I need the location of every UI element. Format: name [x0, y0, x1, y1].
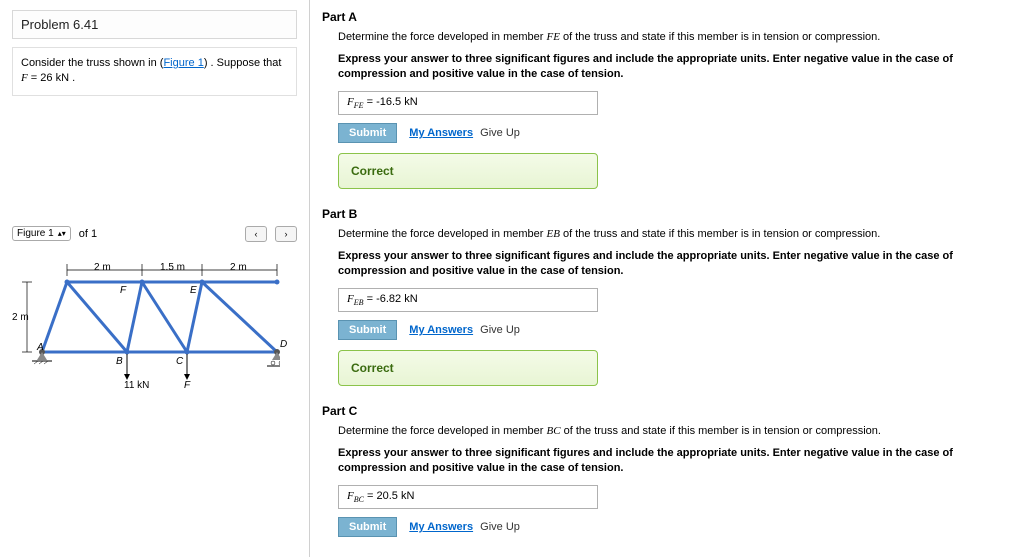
- answer-sub: EB: [354, 298, 364, 307]
- answer-box[interactable]: FBC = 20.5 kN: [338, 485, 598, 509]
- left-panel: Problem 6.41 Consider the truss shown in…: [0, 0, 310, 557]
- answer-var: F: [347, 293, 354, 305]
- submit-button[interactable]: Submit: [338, 517, 397, 537]
- desc-text: Determine the force developed in member: [338, 228, 547, 240]
- part-title: Part C: [322, 404, 1012, 418]
- part-title: Part B: [322, 207, 1012, 221]
- load-label: 11 kN: [124, 380, 149, 391]
- my-answers-link[interactable]: My Answers: [409, 324, 473, 336]
- answer-var: F: [347, 490, 354, 502]
- desc-text: of the truss and state if this member is…: [561, 425, 881, 437]
- figure-label: Figure 1: [17, 228, 54, 239]
- button-row: Submit My Answers Give Up: [338, 320, 1012, 340]
- answer-eq: =: [364, 293, 377, 305]
- desc-text: Determine the force developed in member: [338, 31, 547, 43]
- desc-text: .: [69, 72, 75, 84]
- desc-text: Determine the force developed in member: [338, 425, 547, 437]
- desc-text: = 26: [28, 72, 56, 84]
- chevron-right-icon: ›: [285, 229, 288, 239]
- truss-figure: 2 m 1.5 m 2 m 2 m F E A B C D 11 kN F: [12, 252, 280, 412]
- correct-feedback: Correct: [338, 350, 598, 386]
- joint-label: B: [116, 356, 123, 367]
- part-hint: Express your answer to three significant…: [338, 249, 1012, 278]
- prev-button[interactable]: ‹: [245, 226, 267, 242]
- problem-title: Problem 6.41: [21, 17, 288, 32]
- right-panel: Part A Determine the force developed in …: [310, 0, 1024, 557]
- joint-label: F: [120, 285, 126, 296]
- answer-sub: FE: [354, 101, 364, 110]
- force-unit: kN: [56, 72, 69, 84]
- joint-label: C: [176, 356, 183, 367]
- desc-text: of the truss and state if this member is…: [560, 31, 880, 43]
- figure-nav: Figure 1 ▴▾ of 1 ‹ ›: [12, 226, 297, 242]
- button-row: Submit My Answers Give Up: [338, 123, 1012, 143]
- answer-var: F: [347, 96, 354, 108]
- desc-text: of the truss and state if this member is…: [560, 228, 880, 240]
- problem-description: Consider the truss shown in (Figure 1) .…: [12, 47, 297, 96]
- answer-row: FEB = -6.82 kN: [338, 288, 1012, 312]
- figure-select[interactable]: Figure 1 ▴▾: [12, 226, 71, 241]
- part-hint: Express your answer to three significant…: [338, 446, 1012, 475]
- part-title: Part A: [322, 10, 1012, 24]
- chevron-left-icon: ‹: [255, 229, 258, 239]
- answer-row: FBC = 20.5 kN: [338, 485, 1012, 509]
- joint-label: D: [280, 339, 287, 350]
- submit-button[interactable]: Submit: [338, 320, 397, 340]
- member-name: FE: [547, 31, 560, 43]
- answer-value: 20.5 kN: [377, 490, 415, 502]
- part-b: Part B Determine the force developed in …: [322, 207, 1012, 386]
- part-description: Determine the force developed in member …: [338, 424, 1012, 438]
- force-variable: F: [21, 72, 28, 84]
- answer-value: -6.82 kN: [376, 293, 418, 305]
- dim-label: 2 m: [94, 262, 111, 273]
- my-answers-link[interactable]: My Answers: [409, 127, 473, 139]
- member-name: BC: [547, 425, 561, 437]
- part-a: Part A Determine the force developed in …: [322, 10, 1012, 189]
- giveup-link[interactable]: Give Up: [480, 127, 520, 139]
- answer-box[interactable]: FFE = -16.5 kN: [338, 91, 598, 115]
- part-description: Determine the force developed in member …: [338, 30, 1012, 44]
- part-description: Determine the force developed in member …: [338, 227, 1012, 241]
- dim-label: 2 m: [12, 312, 29, 323]
- answer-row: FFE = -16.5 kN: [338, 91, 1012, 115]
- answer-box[interactable]: FEB = -6.82 kN: [338, 288, 598, 312]
- part-c: Part C Determine the force developed in …: [322, 404, 1012, 537]
- desc-text: ) . Suppose that: [204, 57, 282, 69]
- next-button[interactable]: ›: [275, 226, 297, 242]
- answer-value: -16.5 kN: [376, 96, 418, 108]
- joint-label: A: [37, 342, 44, 353]
- button-row: Submit My Answers Give Up: [338, 517, 1012, 537]
- correct-feedback: Correct: [338, 153, 598, 189]
- answer-sub: BC: [354, 495, 364, 504]
- figure-count: of 1: [79, 228, 97, 240]
- part-hint: Express your answer to three significant…: [338, 52, 1012, 81]
- dim-label: 2 m: [230, 262, 247, 273]
- submit-button[interactable]: Submit: [338, 123, 397, 143]
- answer-eq: =: [364, 96, 377, 108]
- giveup-link[interactable]: Give Up: [480, 324, 520, 336]
- dim-label: 1.5 m: [160, 262, 185, 273]
- member-name: EB: [547, 228, 560, 240]
- joint-label: E: [190, 285, 197, 296]
- giveup-link[interactable]: Give Up: [480, 521, 520, 533]
- answer-eq: =: [364, 490, 377, 502]
- problem-header: Problem 6.41: [12, 10, 297, 39]
- figure-link[interactable]: Figure 1: [163, 57, 203, 69]
- dropdown-arrows-icon: ▴▾: [58, 229, 66, 238]
- load-label: F: [184, 380, 190, 391]
- my-answers-link[interactable]: My Answers: [409, 521, 473, 533]
- desc-text: Consider the truss shown in (: [21, 57, 163, 69]
